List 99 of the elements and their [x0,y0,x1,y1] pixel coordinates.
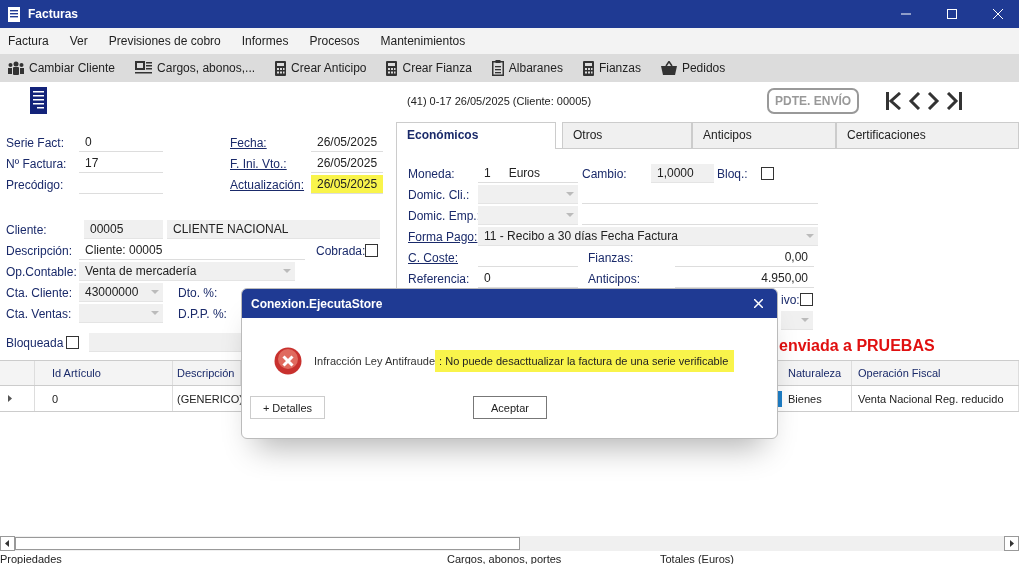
error-message: : No puede desacttualizar la factura de una serie verificable [435,350,735,372]
menu-item[interactable]: Informes [241,34,289,48]
field-label: Anticipos: [588,271,642,286]
previous-record-icon[interactable] [908,92,922,110]
toolbar-button[interactable]: Cambiar Cliente [8,61,116,75]
field-label: Cta. Cliente: [6,285,74,300]
record-info: (41) 0-17 26/05/2025 (Cliente: 00005) [407,95,592,107]
rate-field[interactable]: 1,0000 [651,164,714,183]
calculator-icon [275,60,287,76]
people-icon [8,61,24,75]
scroll-left-icon[interactable] [0,536,15,551]
table-cell-text: (GENERICO) [176,391,241,407]
field-label: Op.Contable: [6,264,78,279]
field-label: Domic. Emp.: [408,208,478,223]
error-icon [274,347,302,375]
last-record-icon[interactable] [946,92,963,110]
field-label: Fianzas: [588,250,635,265]
toolbar-button[interactable]: Crear Fianza [386,60,472,76]
toolbar-button[interactable]: Albaranes [491,60,563,76]
date-link[interactable]: F. Ini. Vto.: [230,156,311,171]
toolbar-button[interactable]: Fianzas [582,60,641,76]
document-icon [8,6,20,22]
menu-item[interactable]: Mantenimientos [380,34,466,48]
description-field[interactable]: Cliente: 00005 [79,241,305,260]
toolbar-button[interactable]: Pedidos [660,61,726,75]
field-label: Descripción: [6,243,74,258]
field-label: Bloqueada [6,335,64,350]
menu-item[interactable]: Previsiones de cobro [108,34,221,48]
checkbox[interactable] [761,167,774,180]
dropdown[interactable]: Venta de mercadería [79,262,295,281]
currency-field[interactable]: 1 Euros [478,164,578,183]
date-link[interactable]: Fecha: [230,135,311,150]
row-pointer-icon [8,395,12,402]
tab[interactable]: Anticipos [692,122,836,148]
clipboard-icon [491,60,504,76]
table-cell: Venta Nacional Reg. reducido [852,386,1019,411]
field-label: Nº Factura: [6,156,68,171]
calculator-icon [582,60,594,76]
checkbox[interactable] [365,244,379,257]
field-label: Dto. %: [178,285,218,300]
column-header[interactable]: Naturaleza [782,361,852,385]
details-button[interactable]: + Detalles [250,396,325,419]
field-label: Cliente: [6,222,48,237]
date-field[interactable]: 26/05/2025 [311,154,383,173]
tab[interactable]: Certificaciones [836,122,1019,148]
column-header[interactable]: Operación Fiscal [852,361,1019,385]
field-label: Domic. Cli.: [408,187,471,202]
checkbox[interactable] [799,293,813,306]
window-title: Facturas [28,7,79,21]
notice-text: enviada a PRUEBAS [779,337,935,355]
input-field[interactable]: 0 [79,133,163,152]
field-label: Moneda: [408,166,456,181]
basket-icon [660,61,677,75]
field-label: Precódigo: [6,177,65,192]
date-link[interactable]: Actualización: [230,177,311,192]
scrollbar-thumb[interactable] [15,537,520,550]
client-name-field[interactable]: CLIENTE NACIONAL [167,220,380,239]
date-field[interactable]: 26/05/2025 [311,175,383,194]
calculator-icon [386,60,398,76]
invoice-icon [30,87,47,115]
menu-item[interactable]: Procesos [309,34,360,48]
input-field[interactable] [89,333,243,352]
client-code-field[interactable]: 00005 [84,220,163,239]
field-label: ivo: [781,292,800,307]
dropdown[interactable]: 11 - Recibo a 30 días Fecha Factura [478,227,818,246]
close-icon[interactable] [993,9,1003,19]
dialog-title: Conexion.EjecutaStore [251,296,383,311]
payment-link[interactable]: Forma Pago: [408,229,478,244]
field-label: Bloq.: [717,166,749,181]
tab[interactable]: Económicos [396,122,556,149]
input-field[interactable]: 17 [79,154,163,173]
scroll-right-icon[interactable] [1004,536,1019,551]
field-label: Serie Fact: [6,135,66,150]
field-label: Cta. Ventas: [6,306,73,321]
card-icon [135,61,153,75]
field-label: Cambio: [582,166,628,181]
cost-center-link[interactable]: C. Coste: [408,250,458,265]
field-label: Cobrada: [316,243,366,258]
field-label: D.P.P. %: [178,306,227,321]
first-record-icon[interactable] [886,92,903,110]
amount-field[interactable]: 0,00 [675,248,814,267]
column-header[interactable]: Id Artículo [35,361,173,385]
next-record-icon[interactable] [927,92,941,110]
table-cell: Bienes [782,386,852,411]
field-label: Referencia: [408,271,471,286]
message-label: Infracción Ley Antifraude [314,355,436,367]
maximize-icon[interactable] [947,9,957,19]
table-cell: 0 [35,386,173,411]
dropdown[interactable]: 43000000 [79,283,163,302]
accept-button[interactable]: Aceptar [473,396,547,419]
checkbox[interactable] [66,336,80,349]
date-field[interactable]: 26/05/2025 [311,133,383,152]
tab[interactable]: Otros [562,122,692,148]
menu-item[interactable]: Factura [8,34,49,48]
menu-item[interactable]: Ver [69,34,88,48]
toolbar-button[interactable]: Crear Anticipo [275,60,367,76]
toolbar-button[interactable]: Cargos, abonos,... [135,61,256,75]
status-badge: PDTE. ENVÍO [767,88,860,114]
close-icon[interactable] [754,299,763,308]
